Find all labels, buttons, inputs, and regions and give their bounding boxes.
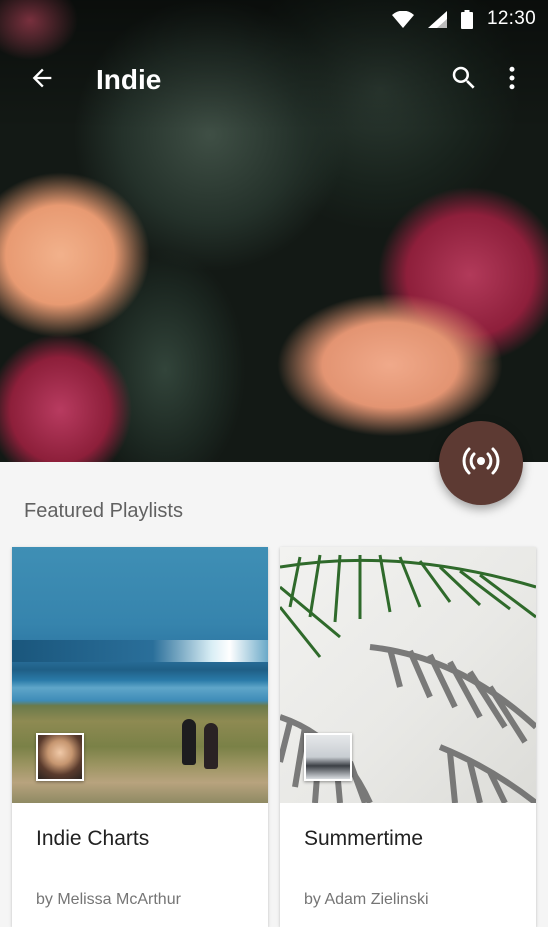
playlist-card-indie-charts[interactable]: Indie Charts by Melissa McArthur (12, 547, 268, 927)
more-vert-icon (497, 63, 527, 98)
playlist-card-summertime[interactable]: Summertime by Adam Zielinski (280, 547, 536, 927)
person-silhouette (182, 719, 196, 765)
section-title-featured: Featured Playlists (24, 500, 183, 522)
avatar (304, 733, 352, 781)
search-icon (449, 63, 479, 98)
status-bar: 12:30 (0, 0, 548, 38)
more-options-button[interactable] (488, 52, 536, 108)
wifi-icon (391, 10, 414, 28)
back-button[interactable] (14, 52, 70, 108)
wave-shape (12, 640, 268, 662)
card-title: Indie Charts (36, 827, 150, 850)
arrow-back-icon (28, 64, 56, 97)
person-silhouette (204, 723, 218, 769)
card-subtitle: by Adam Zielinski (304, 891, 429, 908)
battery-icon (460, 9, 473, 29)
avatar (36, 733, 84, 781)
status-time: 12:30 (486, 8, 536, 29)
card-subtitle: by Melissa McArthur (36, 891, 181, 908)
page-title: Indie (96, 64, 162, 95)
card-title: Summertime (304, 827, 424, 850)
search-button[interactable] (440, 52, 488, 108)
hero-image: 12:30 Indie (0, 0, 548, 462)
app-bar: Indie (0, 38, 548, 122)
cellular-signal-icon (427, 10, 447, 28)
broadcast-radio-icon (461, 441, 501, 486)
radio-fab-button[interactable] (439, 421, 523, 505)
playlist-cover-image (12, 547, 268, 803)
playlist-cover-image (280, 547, 536, 803)
